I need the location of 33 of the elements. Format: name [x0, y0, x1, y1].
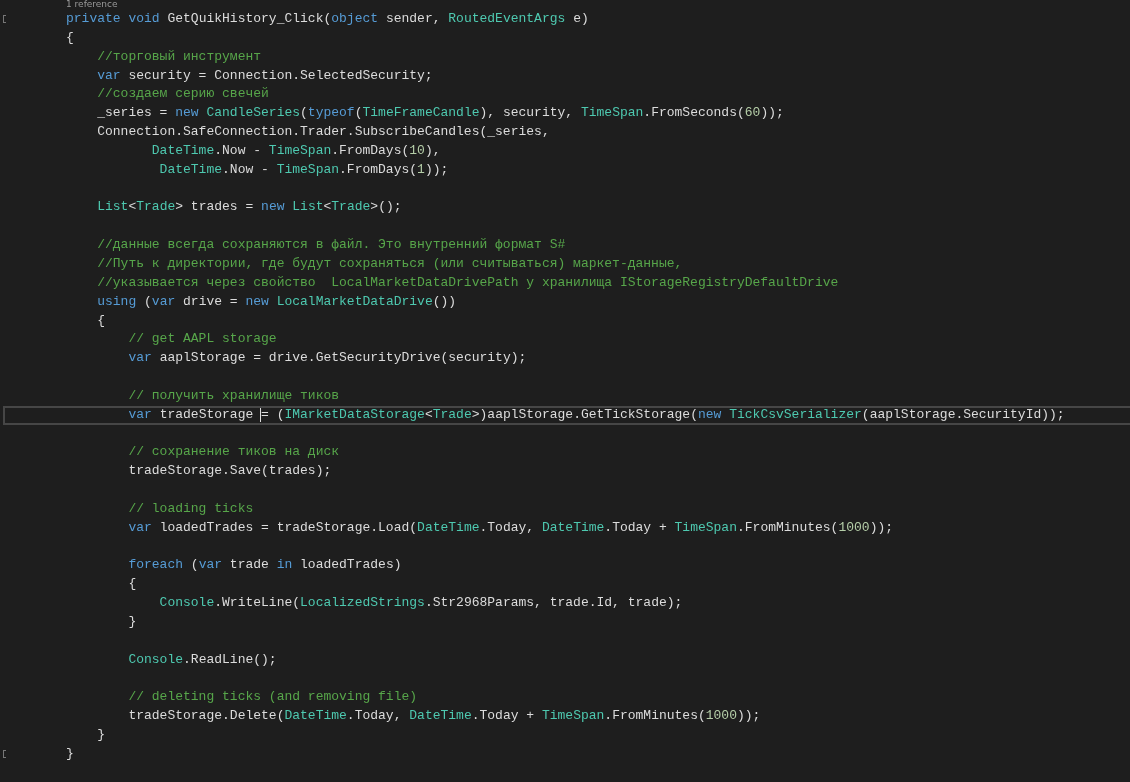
code-line: DateTime.Now - TimeSpan.FromDays(10), — [150, 142, 441, 158]
code-line: Console.WriteLine(LocalizedStrings.Str2968Params, trade.Id, trade); — [158, 595, 683, 611]
code-line: { — [127, 576, 137, 592]
code-line: List<Trade> trades = new List<Trade>(); — [96, 199, 402, 215]
code-line: _series = new CandleSeries(typeof(TimeFrameCandle), security, TimeSpan.FromSeconds(60)); — [96, 105, 784, 121]
code-line: tradeStorage.Save(trades); — [127, 463, 332, 479]
code-line: using (var drive = new LocalMarketDataDrive()) — [96, 293, 457, 309]
code-line: //данные всегда сохраняются в файл. Это внутренний формат S# — [96, 237, 566, 253]
code-line: tradeStorage.Delete(DateTime.Today, DateTime.Today + TimeSpan.FromMinutes(1000)); — [127, 708, 761, 724]
code-line: //Путь к директории, где будут сохраняться (или считываться) маркет-данные, — [96, 255, 683, 271]
code-line: // loading ticks — [127, 500, 254, 516]
code-line: //указывается через свойство LocalMarketDataDrivePath у хранилища IStorageRegistryDefaultDrive — [96, 274, 839, 290]
code-line: Connection.SafeConnection.Trader.SubscribeCandles(_series, — [96, 124, 550, 140]
code-line: var aaplStorage = drive.GetSecurityDrive(security); — [127, 350, 527, 366]
code-line: //создаем серию свечей — [96, 86, 269, 102]
code-line: // get AAPL storage — [127, 331, 277, 347]
code-line: { — [66, 29, 74, 45]
code-line: { — [96, 312, 105, 328]
code-line: // сохранение тиков на диск — [127, 444, 340, 460]
code-line: DateTime.Now - TimeSpan.FromDays(1)); — [158, 161, 449, 177]
code-line: foreach (var trade in loadedTrades) — [127, 557, 402, 573]
code-line: var security = Connection.SelectedSecurity; — [96, 67, 433, 83]
code-line: var loadedTrades = tradeStorage.Load(DateTime.Today, DateTime.Today + TimeSpan.FromMinutes(1000)); — [127, 519, 894, 535]
code-line: var tradeStorage = (IMarketDataStorage<Trade>)aaplStorage.GetTickStorage(new TickCsvSerializer(aaplStorage.SecurityId)); — [127, 406, 1065, 422]
code-line: } — [66, 745, 74, 761]
code-line: Console.ReadLine(); — [127, 651, 277, 667]
code-line: //торговый инструмент — [96, 48, 262, 64]
code-line: } — [127, 614, 137, 629]
code-line: // deleting ticks (and removing file) — [127, 689, 418, 705]
code-line: } — [96, 727, 105, 743]
reference-count-link[interactable]: 1 reference — [0, 0, 118, 9]
code-line: private void GetQuikHistory_Click(object sender, RoutedEventArgs e) — [66, 11, 589, 26]
code-line: // получить хранилище тиков — [127, 387, 340, 403]
